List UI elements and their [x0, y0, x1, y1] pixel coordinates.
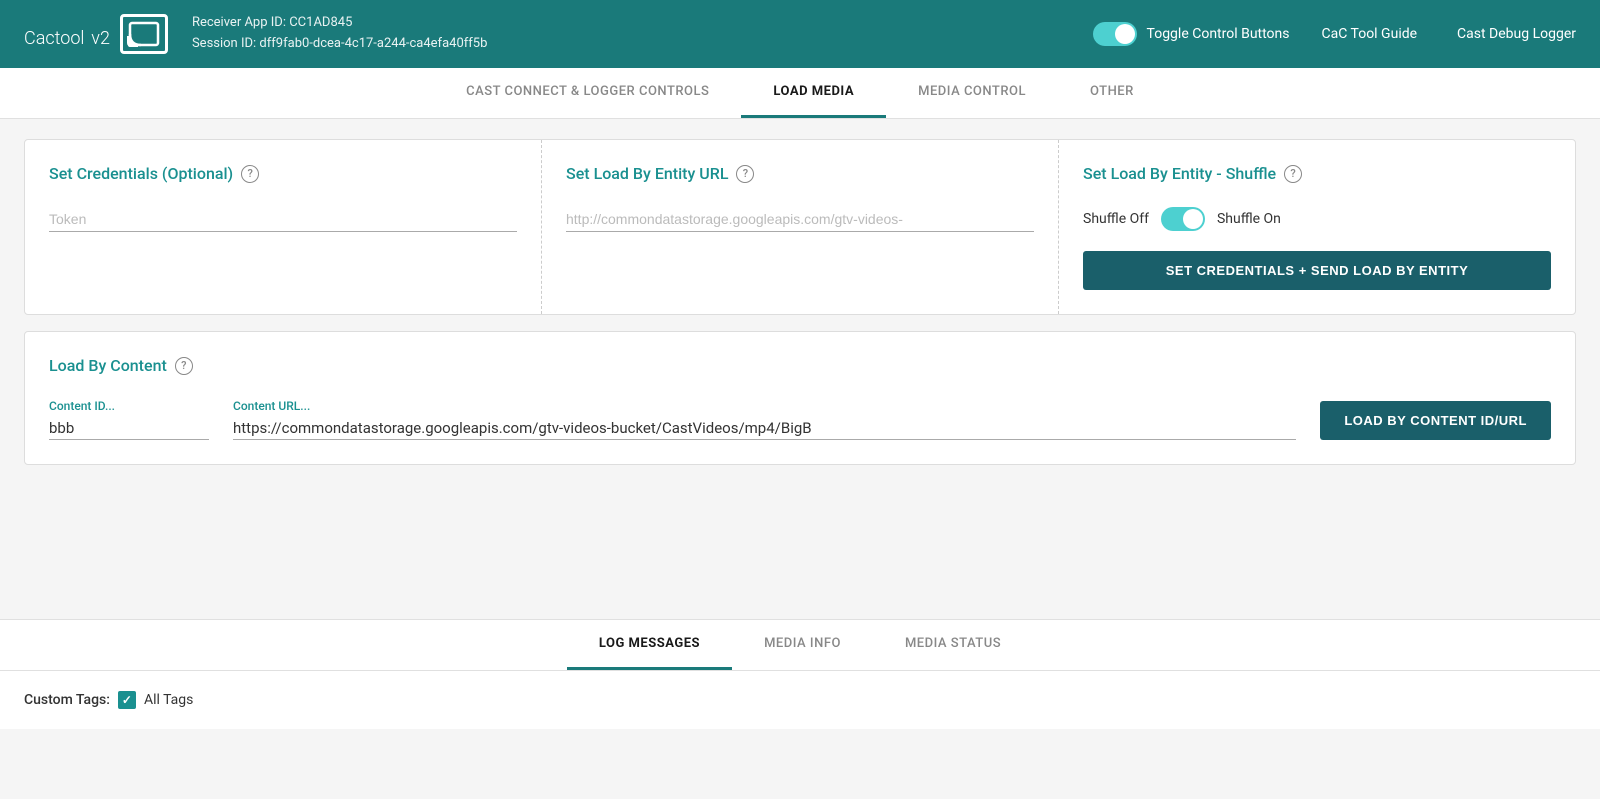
content-id-value[interactable]: bbb: [49, 417, 209, 440]
content-id-label: Content ID...: [49, 399, 209, 413]
cast-icon: [120, 14, 168, 54]
all-tags-label: All Tags: [144, 692, 193, 708]
session-info: Receiver App ID: CC1AD845 Session ID: df…: [192, 13, 1061, 55]
load-by-content-title: Load By Content ?: [49, 356, 1551, 375]
load-by-content-help-icon[interactable]: ?: [175, 357, 193, 375]
bottom-section: LOG MESSAGES MEDIA INFO MEDIA STATUS Cus…: [0, 619, 1600, 729]
tab-media-info[interactable]: MEDIA INFO: [732, 620, 873, 670]
load-by-content-card: Load By Content ? Content ID... bbb Cont…: [24, 331, 1576, 465]
entity-shuffle-card: Set Load By Entity - Shuffle ? Shuffle O…: [1059, 140, 1575, 314]
tab-log-messages[interactable]: LOG MESSAGES: [567, 620, 732, 670]
load-content-inputs-row: Content ID... bbb Content URL... https:/…: [49, 399, 1551, 440]
shuffle-toggle-row: Shuffle Off Shuffle On: [1083, 207, 1551, 231]
content-url-value[interactable]: https://commondatastorage.googleapis.com…: [233, 417, 1296, 440]
entity-shuffle-card-title: Set Load By Entity - Shuffle ?: [1083, 164, 1551, 183]
entity-url-card: Set Load By Entity URL ?: [542, 140, 1059, 314]
cac-tool-guide-link[interactable]: CaC Tool Guide: [1322, 26, 1418, 42]
content-url-group: Content URL... https://commondatastorage…: [233, 399, 1296, 440]
credentials-card: Set Credentials (Optional) ?: [25, 140, 542, 314]
shuffle-off-label: Shuffle Off: [1083, 211, 1149, 227]
tab-load-media[interactable]: LOAD MEDIA: [741, 68, 886, 118]
entity-shuffle-help-icon[interactable]: ?: [1284, 165, 1302, 183]
app-header: Cactool v2 Receiver App ID: CC1AD845 Ses…: [0, 0, 1600, 68]
shuffle-toggle-switch[interactable]: [1161, 207, 1205, 231]
set-credentials-send-load-button[interactable]: SET CREDENTIALS + SEND LOAD BY ENTITY: [1083, 251, 1551, 290]
entity-url-help-icon[interactable]: ?: [736, 165, 754, 183]
header-nav-links: CaC Tool Guide Cast Debug Logger: [1322, 26, 1577, 42]
cards-row: Set Credentials (Optional) ? Set Load By…: [24, 139, 1576, 315]
cast-svg: [128, 21, 160, 47]
receiver-app-id-label: Receiver App ID:: [192, 15, 286, 30]
content-id-group: Content ID... bbb: [49, 399, 209, 440]
load-by-content-button[interactable]: LOAD BY CONTENT ID/URL: [1320, 401, 1551, 440]
content-url-label: Content URL...: [233, 399, 1296, 413]
tab-media-control[interactable]: MEDIA CONTROL: [886, 68, 1058, 118]
custom-tags-row: Custom Tags: All Tags: [0, 671, 1600, 729]
receiver-app-id-value: CC1AD845: [289, 15, 352, 30]
tab-cast-connect[interactable]: CAST CONNECT & LOGGER CONTROLS: [434, 68, 741, 118]
shuffle-on-label: Shuffle On: [1217, 211, 1281, 227]
app-logo: Cactool v2: [24, 14, 168, 54]
tab-media-status[interactable]: MEDIA STATUS: [873, 620, 1033, 670]
session-id-value: dff9fab0-dcea-4c17-a244-ca4efa40ff5b: [259, 36, 487, 51]
entity-url-input[interactable]: [566, 207, 1034, 232]
credentials-card-title: Set Credentials (Optional) ?: [49, 164, 517, 183]
cast-debug-logger-link[interactable]: Cast Debug Logger: [1457, 26, 1576, 42]
custom-tags-label: Custom Tags:: [24, 692, 110, 708]
toggle-control-buttons-switch[interactable]: [1093, 22, 1137, 46]
toggle-control-label: Toggle Control Buttons: [1147, 26, 1290, 42]
main-content: Set Credentials (Optional) ? Set Load By…: [0, 119, 1600, 619]
all-tags-checkbox[interactable]: [118, 691, 136, 709]
tab-other[interactable]: OTHER: [1058, 68, 1166, 118]
app-title: Cactool v2: [24, 18, 110, 51]
main-tabs: CAST CONNECT & LOGGER CONTROLS LOAD MEDI…: [0, 68, 1600, 119]
bottom-tabs: LOG MESSAGES MEDIA INFO MEDIA STATUS: [0, 620, 1600, 671]
session-id-label: Session ID:: [192, 36, 256, 51]
entity-url-card-title: Set Load By Entity URL ?: [566, 164, 1034, 183]
credentials-help-icon[interactable]: ?: [241, 165, 259, 183]
token-input[interactable]: [49, 207, 517, 232]
toggle-control-section: Toggle Control Buttons: [1093, 22, 1290, 46]
